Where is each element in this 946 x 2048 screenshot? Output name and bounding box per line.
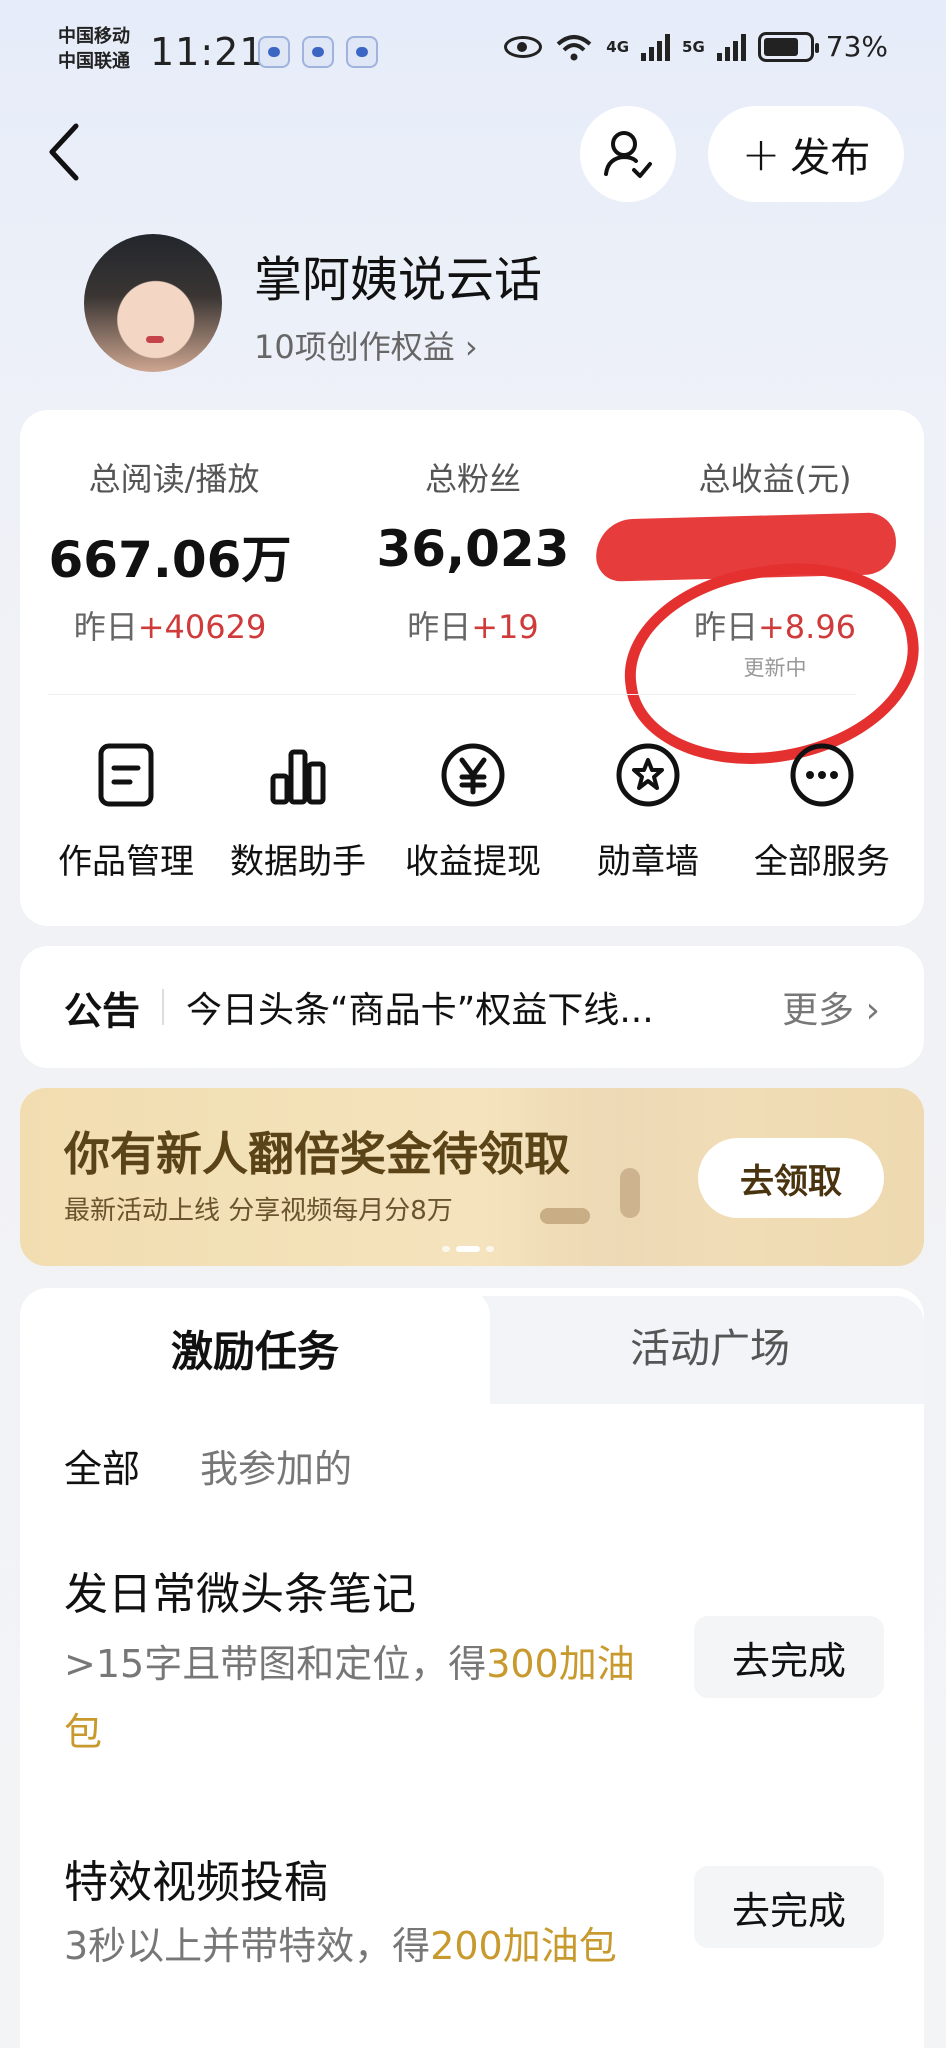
battery-icon — [757, 31, 819, 62]
signal-icon — [641, 33, 671, 61]
eye-icon — [504, 35, 543, 58]
status-time: 11:21 — [150, 30, 265, 74]
divider — [48, 694, 856, 695]
service-label: 全部服务 — [754, 842, 890, 882]
runner-figure — [620, 1168, 640, 1218]
medal-icon — [613, 740, 683, 810]
banner-subtitle: 最新活动上线 分享视频每月分8万 — [64, 1196, 453, 1226]
announcement-tag: 公告 — [64, 988, 141, 1033]
baidu-notification-icon — [346, 36, 378, 68]
total-fans-label: 总粉丝 — [424, 460, 521, 498]
task-title: 特效视频投稿 — [64, 1857, 328, 1908]
claim-bonus-button[interactable]: 去领取 — [698, 1138, 884, 1218]
carrier-1: 中国移动 — [58, 26, 130, 47]
username: 掌阿姨说云话 — [254, 252, 543, 308]
service-works-manage[interactable]: 作品管理 — [38, 740, 214, 883]
total-fans-value[interactable]: 36,023 — [323, 520, 623, 578]
battery-percent: 73% — [825, 30, 888, 63]
back-arrow-icon[interactable] — [44, 120, 84, 184]
service-all[interactable]: 全部服务 — [734, 740, 910, 883]
divider — [162, 989, 165, 1025]
task-title: 发日常微头条笔记 — [64, 1569, 416, 1620]
publish-label: 发布 — [790, 135, 871, 181]
carousel-indicator — [442, 1246, 494, 1252]
user-check-icon — [604, 131, 652, 178]
service-label: 勋章墙 — [597, 842, 699, 882]
dog-figure — [540, 1208, 590, 1224]
task-complete-button[interactable]: 去完成 — [694, 1616, 884, 1698]
promo-banner[interactable]: 你有新人翻倍奖金待领取 最新活动上线 分享视频每月分8万 去领取 — [20, 1088, 924, 1266]
network-type-1: 4G — [606, 37, 630, 56]
fans-yesterday: 昨日+19 — [407, 608, 539, 646]
network-type-2: 5G — [682, 37, 705, 56]
avatar[interactable] — [84, 234, 222, 372]
more-icon — [787, 740, 857, 810]
service-data-assistant[interactable]: 数据助手 — [210, 740, 386, 883]
task-description: >15字且带图和定位，得300加油包 — [64, 1642, 635, 1754]
announcement-message[interactable]: 今日头条“商品卡”权益下线... — [186, 981, 764, 1033]
creator-rights-link[interactable]: 10项创作权益 › — [254, 322, 478, 368]
total-reads-label: 总阅读/播放 — [88, 460, 260, 498]
reads-yesterday: 昨日+40629 — [73, 608, 267, 646]
task-description: 3秒以上并带特效，得200加油包 — [64, 1924, 617, 1968]
service-label: 数据助手 — [230, 842, 366, 882]
filter-all[interactable]: 全部 — [64, 1438, 140, 1493]
carrier-2: 中国联通 — [58, 51, 130, 72]
task-complete-button[interactable]: 去完成 — [694, 1866, 884, 1948]
plus-icon: + — [741, 127, 781, 181]
announcement-more-link[interactable]: 更多 › — [782, 981, 880, 1033]
total-income-label: 总收益(元) — [698, 460, 852, 498]
publish-button[interactable]: + 发布 — [708, 106, 904, 202]
status-icons: 4G 5G 73% — [504, 30, 888, 63]
service-label: 作品管理 — [58, 842, 194, 882]
service-income-withdraw[interactable]: 收益提现 — [385, 740, 561, 883]
service-medal-wall[interactable]: 勋章墙 — [560, 740, 736, 883]
document-icon — [91, 740, 161, 810]
tab-incentive-tasks[interactable]: 激励任务 — [20, 1288, 490, 1408]
service-label: 收益提现 — [405, 842, 541, 882]
banner-title: 你有新人翻倍奖金待领取 — [64, 1127, 570, 1181]
filter-joined[interactable]: 我参加的 — [200, 1438, 352, 1493]
signal-icon — [716, 33, 746, 61]
total-reads-value[interactable]: 667.06万 — [20, 520, 320, 592]
yuan-icon — [438, 740, 508, 810]
tab-activity-square[interactable]: 活动广场 — [560, 1316, 860, 1374]
wifi-icon — [556, 34, 592, 60]
announcement-bar[interactable]: 公告 今日头条“商品卡”权益下线... 更多 › — [20, 946, 924, 1068]
profile-switch-button[interactable] — [580, 106, 676, 202]
baidu-notification-icon — [258, 36, 290, 68]
bar-chart-icon — [263, 740, 333, 810]
baidu-notification-icon — [302, 36, 334, 68]
carrier-labels: 中国移动 中国联通 — [58, 24, 130, 74]
